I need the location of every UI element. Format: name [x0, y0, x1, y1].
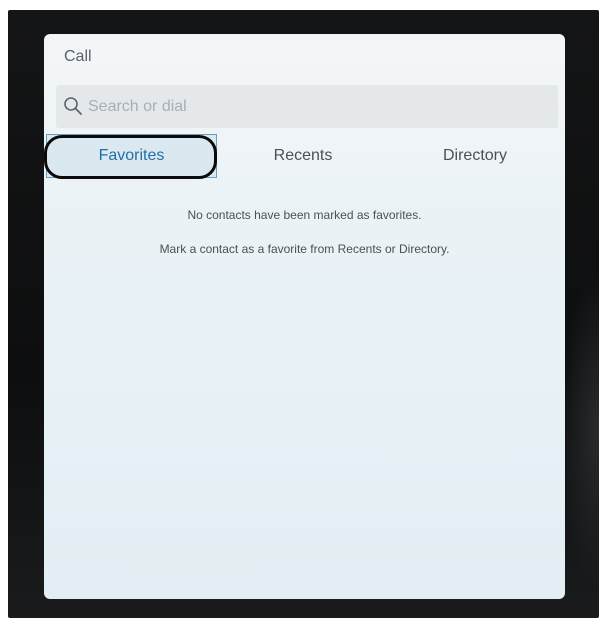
tab-recents[interactable]: Recents	[222, 134, 384, 178]
tab-favorites[interactable]: Favorites	[46, 134, 217, 178]
search-icon	[63, 96, 83, 116]
tab-directory[interactable]: Directory	[392, 134, 558, 178]
search-input[interactable]	[88, 85, 528, 128]
search-bar[interactable]	[56, 85, 558, 128]
call-panel: Call Favorites Recents Directory No cont…	[44, 34, 565, 599]
panel-title: Call	[64, 48, 92, 65]
empty-state-hint: Mark a contact as a favorite from Recent…	[159, 242, 450, 256]
tab-bar: Favorites Recents Directory	[44, 134, 565, 178]
empty-state-message: No contacts have been marked as favorite…	[187, 208, 422, 222]
frame-shade	[559, 270, 599, 590]
